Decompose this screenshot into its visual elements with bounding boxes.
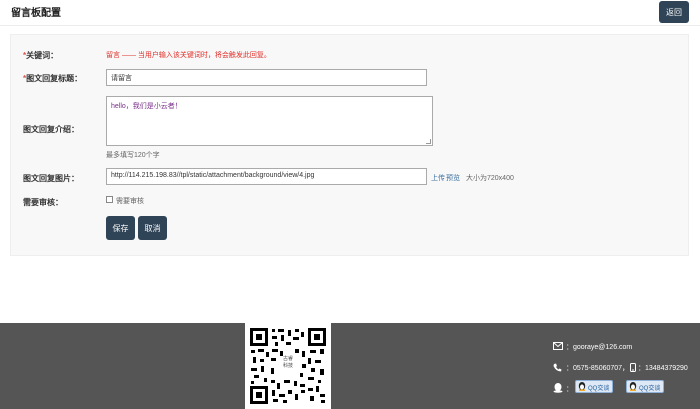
mail-icon (553, 342, 563, 350)
intro-length-note: 最多填写120个字 (106, 152, 160, 159)
phone-icon (553, 363, 562, 372)
need-review-label: 需要审核： (23, 198, 63, 207)
qq-penguin-icon (578, 382, 586, 391)
cancel-button[interactable]: 取消 (138, 216, 167, 240)
resize-handle[interactable] (426, 139, 431, 144)
need-review-checkbox-label[interactable]: 需要审核 (116, 196, 144, 206)
qq-chat-label: QQ交谈 (639, 386, 661, 392)
preview-link[interactable]: 预览 (446, 173, 460, 183)
save-button[interactable]: 保存 (106, 216, 135, 240)
qq-penguin-icon (629, 382, 637, 391)
footer-qq-sep: ： (566, 386, 573, 393)
upload-link[interactable]: 上传 (431, 173, 445, 183)
need-review-checkbox[interactable] (106, 196, 113, 203)
page-title: 留言板配置 (11, 8, 61, 19)
back-button[interactable]: 返回 (659, 1, 689, 23)
reply-image-url-input[interactable]: http://114.215.198.83//tpl/static/attach… (106, 168, 427, 185)
keyword-hint: 留言 —— 当用户输入该关键词时，将会触发此回复。 (106, 52, 271, 59)
footer: 古睿 科技 ：gooraye@126.com ：0575-85060707， ：1… (0, 323, 700, 409)
reply-title-input[interactable]: 请留言 (106, 69, 427, 86)
page: 留言板配置 返回 *关键词： 留言 —— 当用户输入该关键词时，将会触发此回复。… (0, 0, 700, 409)
qr-code: 古睿 科技 (245, 323, 331, 409)
footer-mobile: ：13484379290 (638, 365, 688, 372)
footer-phone: ：0575-85060707， (566, 365, 630, 372)
reply-intro-label: 图文回复介绍： (23, 125, 79, 134)
qr-logo-text: 古睿 科技 (278, 356, 298, 372)
reply-image-label: 图文回复图片： (23, 174, 79, 183)
reply-intro-text: hello，我们是小云者！ (111, 103, 182, 110)
image-size-note: 大小为720x400 (466, 175, 514, 182)
qq-chat-button-2[interactable]: QQ交谈 (626, 380, 665, 393)
title-divider (0, 25, 700, 26)
keyword-label: *关键词： (23, 51, 59, 60)
qq-chat-button-1[interactable]: QQ交谈 (575, 380, 614, 393)
reply-title-label: *图文回复标题： (23, 74, 83, 83)
reply-intro-textarea[interactable]: hello，我们是小云者！ (106, 96, 433, 146)
footer-email: ：gooraye@126.com (566, 344, 633, 351)
qq-icon (553, 383, 563, 393)
qq-chat-label: QQ交谈 (588, 386, 610, 392)
mobile-icon (630, 363, 636, 372)
